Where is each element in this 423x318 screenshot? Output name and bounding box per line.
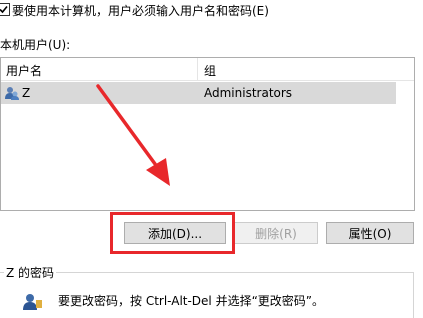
password-instruction-text: 要更改密码，按 Ctrl-Alt-Del 并选择“更改密码”。 <box>58 294 325 308</box>
column-separator[interactable] <box>197 58 198 80</box>
column-header-group[interactable]: 组 <box>204 62 216 79</box>
delete-user-button[interactable]: 删除(R) <box>234 222 318 244</box>
users-list-label: 本机用户(U): <box>0 38 71 52</box>
column-header-username[interactable]: 用户名 <box>6 62 42 79</box>
user-icon <box>5 87 19 100</box>
properties-button[interactable]: 属性(O) <box>326 222 414 244</box>
user-password-icon <box>23 294 42 310</box>
require-password-checkbox[interactable] <box>0 3 10 16</box>
annotation-arrow <box>96 84 170 186</box>
annotation-highlight-box <box>110 212 235 254</box>
row-group: Administrators <box>204 86 293 100</box>
row-username: Z <box>22 86 31 100</box>
list-header: 用户名 组 <box>1 58 414 81</box>
table-row[interactable]: Z Administrators <box>1 82 396 104</box>
password-group-title: Z 的密码 <box>4 264 57 281</box>
require-password-label: 要使用本计算机，用户必须输入用户名和密码(E) <box>12 4 269 18</box>
users-listview[interactable]: 用户名 组 Z Administrators <box>0 57 415 211</box>
checkmark-icon <box>0 5 8 14</box>
